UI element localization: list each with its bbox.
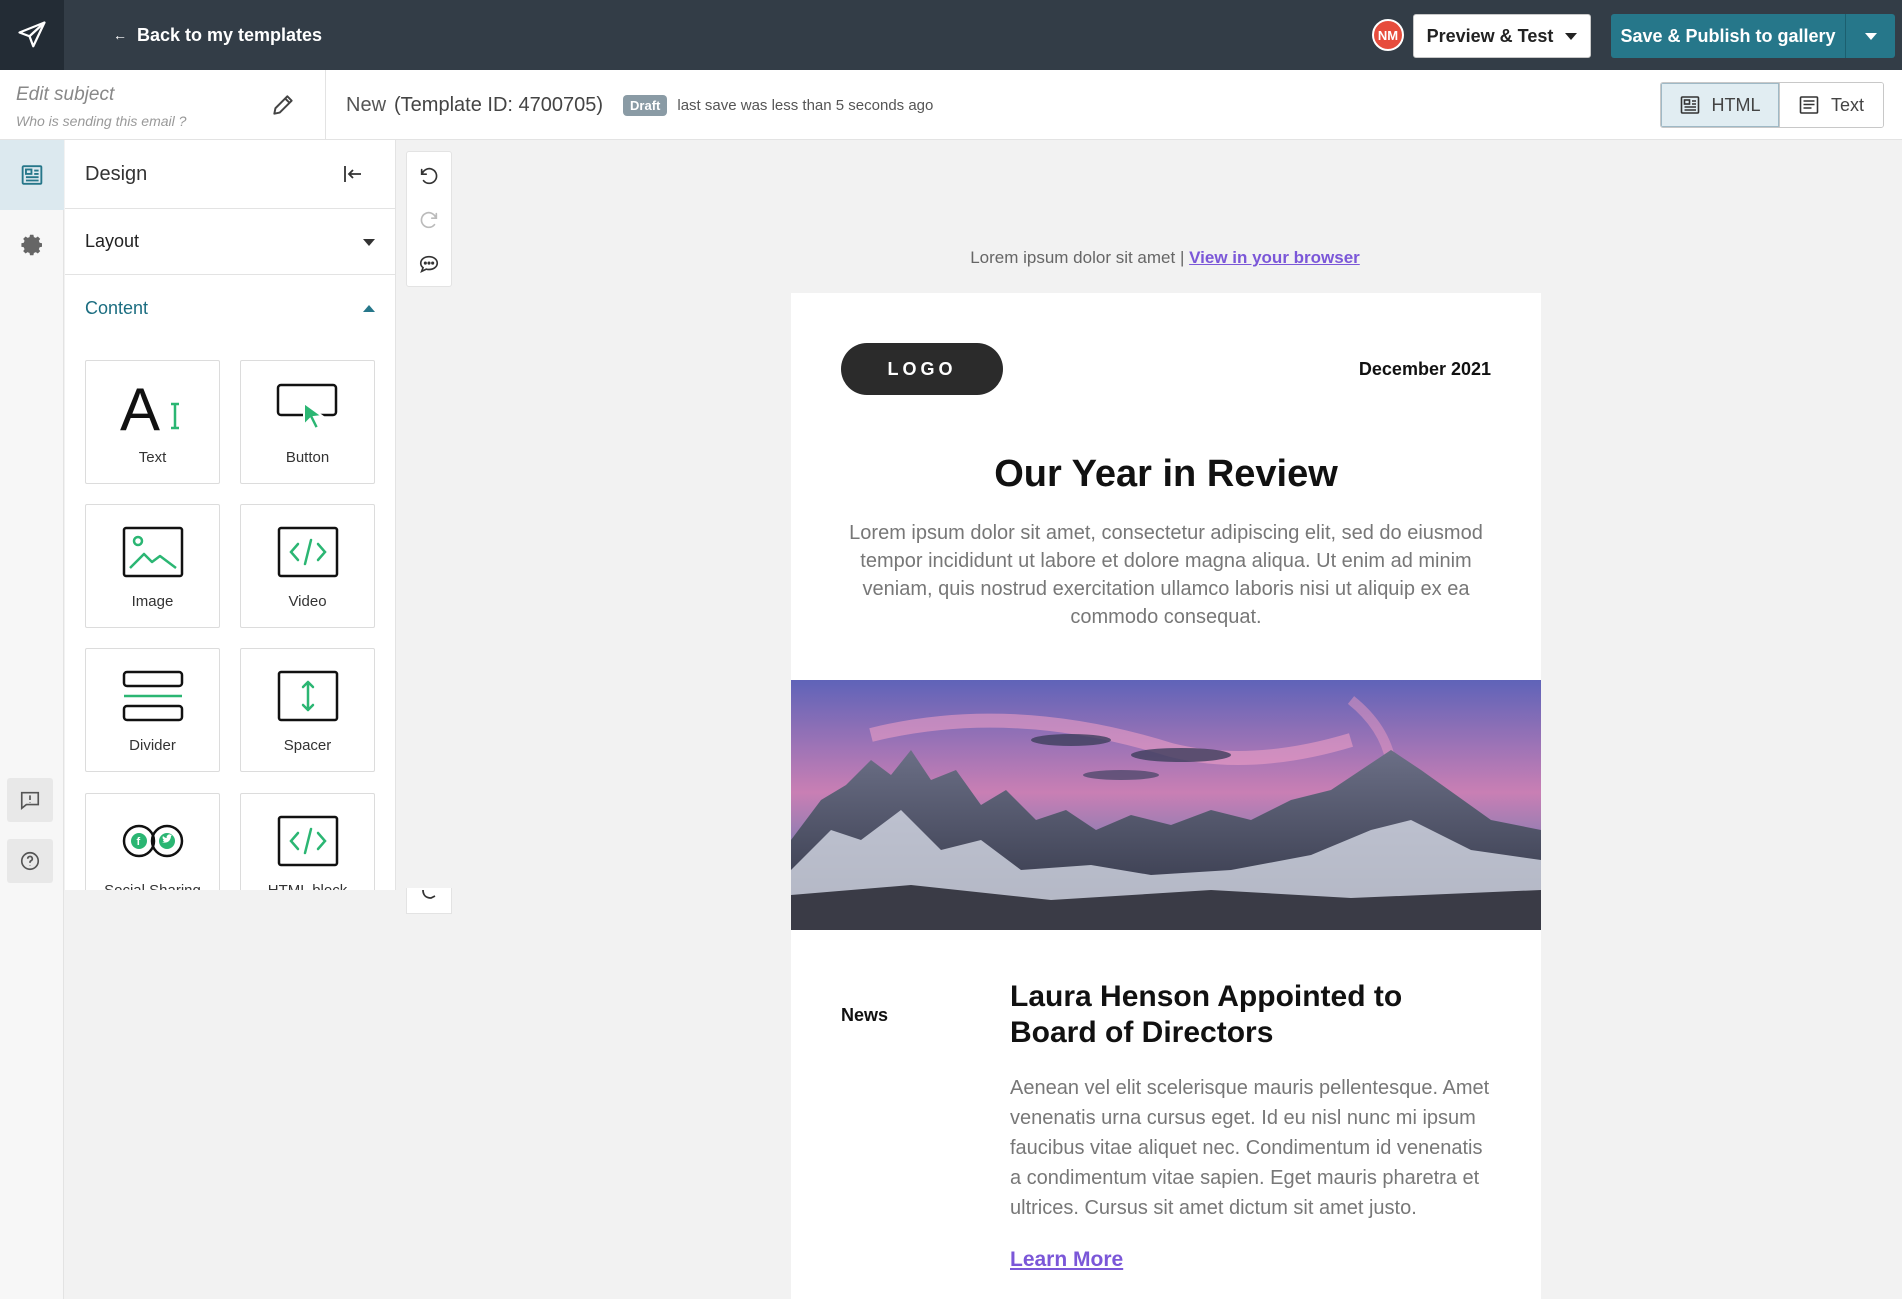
sender-field[interactable]: Who is sending this email ? <box>16 113 186 129</box>
block-spacer[interactable]: Spacer <box>240 648 375 772</box>
block-divider[interactable]: Divider <box>85 648 220 772</box>
news-title[interactable]: Laura Henson Appointed to Board of Direc… <box>1010 979 1480 1051</box>
back-link-label: Back to my templates <box>137 24 323 45</box>
email-date[interactable]: December 2021 <box>1359 359 1491 380</box>
editor-mode-switch: HTML Text <box>1660 82 1884 128</box>
subject-editor[interactable]: Edit subject Who is sending this email ? <box>0 70 326 140</box>
preheader-text: Lorem ipsum dolor sit amet | <box>970 248 1185 267</box>
section-content[interactable]: Content <box>65 275 395 341</box>
section-layout[interactable]: Layout <box>65 209 395 275</box>
top-bar: ← Back to my templates NM Preview & Test… <box>0 0 1902 70</box>
publish-options-button[interactable] <box>1845 14 1895 58</box>
block-label: Text <box>138 449 167 466</box>
spacer-icon <box>277 670 338 722</box>
email-body[interactable]: LOGO December 2021 Our Year in Review Lo… <box>791 293 1541 1299</box>
news-body[interactable]: Aenean vel elit scelerisque mauris pelle… <box>1010 1073 1490 1223</box>
mode-text-button[interactable]: Text <box>1780 83 1883 127</box>
block-video[interactable]: Video <box>240 504 375 628</box>
arrow-left-icon: ← <box>113 27 127 43</box>
template-id: (Template ID: 4700705) <box>394 93 604 116</box>
undo-icon <box>420 167 438 185</box>
mode-html-button[interactable]: HTML <box>1661 83 1780 127</box>
email-logo[interactable]: LOGO <box>841 343 1003 395</box>
tool-fragment-icon <box>422 889 436 899</box>
redo-icon <box>420 211 438 229</box>
button-icon <box>276 383 337 431</box>
help-button[interactable] <box>7 839 53 883</box>
collapse-panel-icon[interactable] <box>341 162 365 186</box>
chevron-down-icon <box>1864 32 1877 40</box>
rail-settings-tab[interactable] <box>0 210 64 280</box>
preview-test-label: Preview & Test <box>1426 25 1554 46</box>
block-label: Social Sharing <box>86 882 219 890</box>
view-in-browser-link[interactable]: View in your browser <box>1189 248 1360 267</box>
canvas-toolbar <box>406 151 452 287</box>
block-text[interactable]: A Text <box>85 360 220 484</box>
brand-logo[interactable] <box>0 0 64 70</box>
chevron-down-icon <box>363 239 375 246</box>
help-icon <box>20 851 40 871</box>
block-label: Video <box>288 593 327 610</box>
text-icon: A <box>120 378 179 438</box>
subject-field[interactable]: Edit subject <box>16 84 114 106</box>
image-icon <box>122 526 183 578</box>
pencil-icon[interactable] <box>270 92 296 118</box>
status-badge: Draft <box>623 94 668 116</box>
feedback-icon <box>20 791 40 810</box>
template-info-bar: Edit subject Who is sending this email ?… <box>0 70 1902 140</box>
redo-button[interactable] <box>407 198 451 242</box>
design-panel: Design Layout Content A Text Button Imag… <box>65 140 396 890</box>
email-preheader: Lorem ipsum dolor sit amet | View in you… <box>790 248 1540 268</box>
block-social-sharing[interactable]: f Social Sharing <box>85 793 220 890</box>
block-label: Button <box>285 449 330 466</box>
design-layout-icon <box>21 165 43 185</box>
save-status: last save was less than 5 seconds ago <box>677 96 934 114</box>
mode-html-label: HTML <box>1711 94 1761 115</box>
panel-title: Design <box>85 162 148 185</box>
section-layout-label: Layout <box>85 231 140 251</box>
gear-icon <box>21 234 42 256</box>
comment-icon <box>419 255 439 273</box>
undo-button[interactable] <box>407 154 451 198</box>
back-to-templates-link[interactable]: ← Back to my templates <box>113 0 322 70</box>
block-button[interactable]: Button <box>240 360 375 484</box>
section-content-label: Content <box>85 297 149 318</box>
chevron-down-icon <box>1565 32 1578 40</box>
divider-icon <box>122 670 183 722</box>
svg-text:f: f <box>136 836 140 848</box>
user-avatar[interactable]: NM <box>1372 19 1404 51</box>
rail-design-tab[interactable] <box>0 140 64 210</box>
paper-plane-icon <box>18 21 46 48</box>
learn-more-link[interactable]: Learn More <box>1010 1248 1123 1272</box>
news-tag[interactable]: News <box>841 1005 888 1026</box>
email-title[interactable]: Our Year in Review <box>791 453 1541 496</box>
preview-test-button[interactable]: Preview & Test <box>1413 14 1591 58</box>
block-label: Image <box>131 593 174 610</box>
hero-mountain-image[interactable] <box>791 680 1541 930</box>
block-html[interactable]: HTML block <box>240 793 375 890</box>
comments-button[interactable] <box>407 242 451 286</box>
video-icon <box>277 526 338 578</box>
chevron-up-icon <box>363 305 375 312</box>
block-label: Divider <box>129 737 176 754</box>
mode-text-label: Text <box>1830 94 1864 115</box>
template-info: New (Template ID: 4700705) Draft last sa… <box>346 70 933 140</box>
template-name[interactable]: New <box>346 94 386 117</box>
social-sharing-icon: f <box>122 824 183 858</box>
email-intro[interactable]: Lorem ipsum dolor sit amet, consectetur … <box>846 519 1486 631</box>
block-label: HTML block <box>241 882 374 890</box>
html-layout-icon <box>1680 96 1699 114</box>
block-image[interactable]: Image <box>85 504 220 628</box>
block-label: Spacer <box>283 737 332 754</box>
save-publish-button[interactable]: Save & Publish to gallery <box>1611 14 1845 58</box>
left-rail <box>0 140 64 1299</box>
panel-header: Design <box>65 140 395 209</box>
text-document-icon <box>1799 96 1819 114</box>
html-block-icon <box>277 815 338 867</box>
feedback-button[interactable] <box>7 778 53 822</box>
canvas-tool-fragment[interactable] <box>406 888 452 914</box>
svg-text:A: A <box>120 378 160 438</box>
